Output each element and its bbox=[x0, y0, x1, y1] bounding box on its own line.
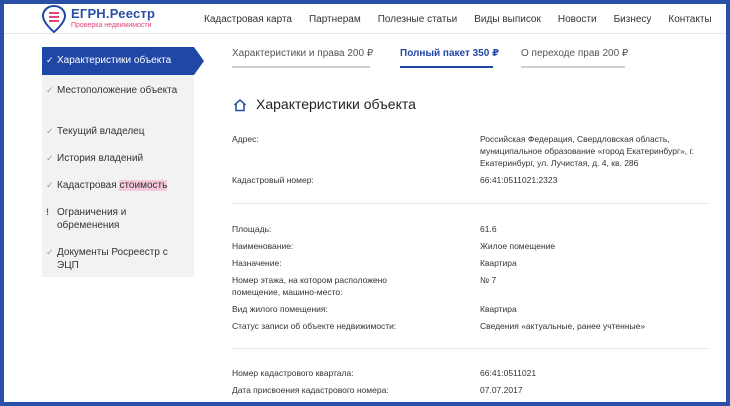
nav-news[interactable]: Новости bbox=[558, 14, 597, 25]
row-value-name: Жилое помещение bbox=[480, 241, 556, 251]
row-value-dwelling-type: Квартира bbox=[480, 304, 517, 314]
logo-title: ЕГРН.Реестр bbox=[71, 6, 156, 21]
sidebar-item-history[interactable]: ✓ История владений bbox=[42, 152, 192, 165]
sidebar-item-cadastral-value[interactable]: ✓ Кадастровая стоимость bbox=[42, 179, 192, 192]
check-icon: ✓ bbox=[46, 180, 54, 190]
row-label-dwelling-type: Вид жилого помещения: bbox=[232, 304, 328, 314]
row-value-cadastral-number: 66:41:0511021:2323 bbox=[480, 175, 558, 185]
row-value-quarter: 66:41:0511021 bbox=[480, 368, 537, 378]
row-value-assign-date: 07.07.2017 bbox=[480, 385, 523, 395]
check-icon: ✓ bbox=[46, 126, 54, 136]
row-label-address: Адрес: bbox=[232, 134, 259, 144]
check-icon: ✓ bbox=[46, 153, 54, 163]
row-label-name: Наименование: bbox=[232, 241, 294, 251]
logo[interactable]: ЕГРН.Реестр Проверка недвижимости bbox=[42, 5, 182, 33]
check-icon: ✓ bbox=[46, 247, 54, 257]
divider bbox=[232, 203, 708, 204]
sidebar-item-label: Документы Росреестр с ЭЦП bbox=[57, 247, 168, 271]
sidebar-item-location[interactable]: ✓ Местоположение объекта bbox=[42, 84, 192, 97]
sidebar-item-label: Текущий владелец bbox=[57, 126, 145, 137]
divider bbox=[232, 348, 708, 349]
sidebar-item-label-highlight: стоимость bbox=[119, 180, 168, 191]
row-value-purpose: Квартира bbox=[480, 258, 517, 268]
nav-cadastral-map[interactable]: Кадастровая карта bbox=[204, 14, 292, 25]
check-icon: ✓ bbox=[46, 85, 54, 95]
sidebar-item-label: История владений bbox=[57, 153, 144, 164]
nav-articles[interactable]: Полезные статьи bbox=[378, 14, 458, 25]
row-label-area: Площадь: bbox=[232, 224, 272, 234]
nav-partners[interactable]: Партнерам bbox=[309, 14, 361, 25]
tab-underline-active bbox=[400, 66, 493, 68]
nav-business[interactable]: Бизнесу bbox=[614, 14, 652, 25]
tab-underline bbox=[232, 66, 370, 68]
row-value-area: 61.6 bbox=[480, 224, 497, 234]
row-label-assign-date: Дата присвоения кадастрового номера: bbox=[232, 385, 389, 395]
sidebar-item-label: Ограничения и обременения bbox=[57, 207, 127, 231]
nav-extract-types[interactable]: Виды выписок bbox=[474, 14, 541, 25]
check-icon: ✓ bbox=[46, 55, 54, 65]
row-label-record-status: Статус записи об объекте недвижимости: bbox=[232, 321, 397, 331]
tab-transfer[interactable]: О переходе прав 200 ₽ bbox=[521, 48, 628, 59]
logo-subtitle: Проверка недвижимости bbox=[71, 22, 152, 29]
header: ЕГРН.Реестр Проверка недвижимости Кадаст… bbox=[4, 4, 726, 34]
sidebar-item-label: Кадастровая bbox=[57, 180, 120, 191]
sidebar-item-owner[interactable]: ✓ Текущий владелец bbox=[42, 125, 192, 138]
page-title: Характеристики объекта bbox=[256, 96, 416, 112]
sidebar-item-label: Характеристики объекта bbox=[57, 55, 172, 66]
row-label-quarter: Номер кадастрового квартала: bbox=[232, 368, 354, 378]
top-nav: Кадастровая карта Партнерам Полезные ста… bbox=[204, 4, 726, 34]
tab-underline bbox=[521, 66, 625, 68]
row-label-cadastral-number: Кадастровый номер: bbox=[232, 175, 314, 185]
row-value-floor: № 7 bbox=[480, 275, 497, 285]
sidebar-item-restrictions[interactable]: ! Ограничения и обременения bbox=[42, 206, 192, 232]
tab-full-package[interactable]: Полный пакет 350 ₽ bbox=[400, 48, 499, 59]
nav-contacts[interactable]: Контакты bbox=[668, 14, 711, 25]
sidebar-item-documents[interactable]: ✓ Документы Росреестр с ЭЦП bbox=[42, 246, 192, 272]
logo-badge-icon bbox=[42, 5, 66, 33]
page-frame: ЕГРН.Реестр Проверка недвижимости Кадаст… bbox=[4, 4, 726, 402]
row-label-purpose: Назначение: bbox=[232, 258, 282, 268]
row-label-floor: Номер этажа, на котором расположено поме… bbox=[232, 275, 388, 297]
home-icon bbox=[233, 98, 247, 112]
sidebar-item-characteristics[interactable]: ✓ Характеристики объекта bbox=[42, 47, 194, 75]
tab-characteristics[interactable]: Характеристики и права 200 ₽ bbox=[232, 48, 373, 59]
row-value-address: Российская Федерация, Свердловская облас… bbox=[480, 134, 694, 168]
row-value-record-status: Сведения «актуальные, ранее учтенные» bbox=[480, 321, 646, 331]
sidebar-item-label: Местоположение объекта bbox=[57, 85, 178, 96]
warning-icon: ! bbox=[46, 207, 49, 217]
sidebar: ✓ Характеристики объекта ✓ Местоположени… bbox=[42, 47, 204, 277]
active-arrow bbox=[194, 47, 204, 75]
